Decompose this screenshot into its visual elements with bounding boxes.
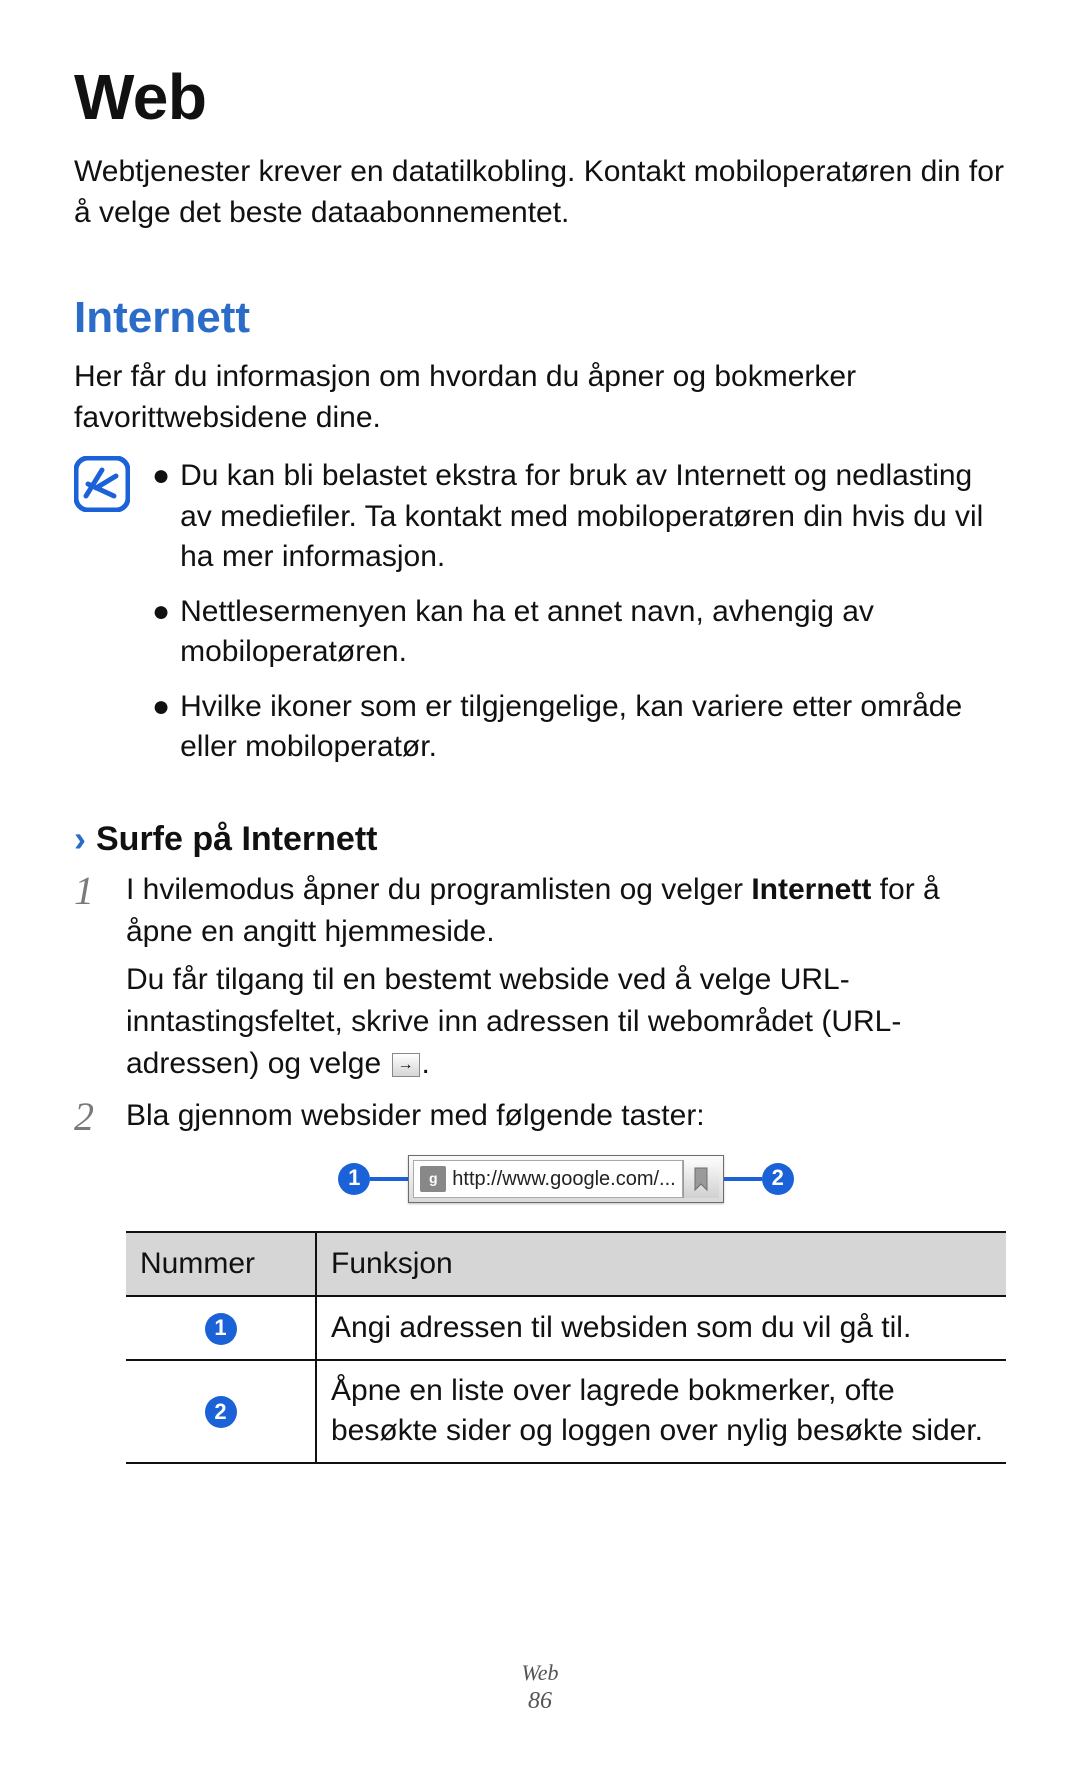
callout-badge-1: 1 bbox=[338, 1163, 370, 1195]
intro-paragraph: Webtjenester krever en datatilkobling. K… bbox=[74, 152, 1006, 233]
footer-section-name: Web bbox=[521, 1660, 558, 1685]
bullet-icon: ● bbox=[152, 592, 170, 673]
table-row: 2 Åpne en liste over lagrede bokmerker, … bbox=[126, 1360, 1006, 1463]
note-item: ●Du kan bli belastet ekstra for bruk av … bbox=[152, 456, 1006, 578]
bullet-icon: ● bbox=[152, 687, 170, 768]
table-cell-function: Angi adressen til websiden som du vil gå… bbox=[316, 1296, 1006, 1360]
table-header-function: Funksjon bbox=[316, 1232, 1006, 1296]
step-text: Du får tilgang til en bestemt webside ve… bbox=[126, 963, 901, 1080]
table-header-row: Nummer Funksjon bbox=[126, 1232, 1006, 1296]
favicon-icon: g bbox=[420, 1166, 446, 1192]
function-table: Nummer Funksjon 1 Angi adressen til webs… bbox=[126, 1231, 1006, 1464]
step-text: I hvilemodus åpner du programlisten og v… bbox=[126, 873, 751, 906]
urlbar-diagram: 1 g http://www.google.com/... bbox=[126, 1155, 1006, 1203]
note-text: Hvilke ikoner som er tilgjengelige, kan … bbox=[180, 687, 1006, 768]
step-body: I hvilemodus åpner du programlisten og v… bbox=[126, 869, 1006, 1085]
callout-badge-2: 2 bbox=[205, 1396, 237, 1428]
section-heading: Internett bbox=[74, 293, 1006, 343]
callout-connector bbox=[724, 1177, 762, 1181]
step-body: Bla gjennom websider med følgende taster… bbox=[126, 1095, 1006, 1464]
bookmark-button bbox=[683, 1160, 719, 1198]
note-box: ●Du kan bli belastet ekstra for bruk av … bbox=[74, 456, 1006, 782]
browser-urlbar: g http://www.google.com/... bbox=[408, 1155, 723, 1203]
table-cell-number: 2 bbox=[126, 1360, 316, 1463]
step-text: Bla gjennom websider med følgende taster… bbox=[126, 1099, 705, 1132]
chevron-right-icon: › bbox=[74, 821, 86, 857]
table-cell-number: 1 bbox=[126, 1296, 316, 1360]
step-text-bold: Internett bbox=[751, 873, 871, 906]
step-number: 2 bbox=[74, 1095, 108, 1464]
step-number: 1 bbox=[74, 869, 108, 1085]
steps-list: 1 I hvilemodus åpner du programlisten og… bbox=[74, 869, 1006, 1464]
subsection-heading-row: › Surfe på Internett bbox=[74, 820, 1006, 859]
callout-badge-2: 2 bbox=[762, 1163, 794, 1195]
url-text: http://www.google.com/... bbox=[452, 1165, 681, 1193]
footer-page-number: 86 bbox=[0, 1688, 1080, 1715]
table-row: 1 Angi adressen til websiden som du vil … bbox=[126, 1296, 1006, 1360]
table-header-number: Nummer bbox=[126, 1232, 316, 1296]
callout-badge-1: 1 bbox=[205, 1313, 237, 1345]
note-item: ●Hvilke ikoner som er tilgjengelige, kan… bbox=[152, 687, 1006, 768]
bookmark-icon bbox=[692, 1166, 710, 1192]
bullet-icon: ● bbox=[152, 456, 170, 578]
callout-connector bbox=[370, 1177, 408, 1181]
page-footer: Web 86 bbox=[0, 1660, 1080, 1715]
note-text: Du kan bli belastet ekstra for bruk av I… bbox=[180, 456, 1006, 578]
subsection-heading: Surfe på Internett bbox=[96, 820, 377, 859]
note-list: ●Du kan bli belastet ekstra for bruk av … bbox=[148, 456, 1006, 782]
go-arrow-icon: → bbox=[392, 1053, 420, 1077]
step-2: 2 Bla gjennom websider med følgende tast… bbox=[74, 1095, 1006, 1464]
step-1: 1 I hvilemodus åpner du programlisten og… bbox=[74, 869, 1006, 1085]
page-title: Web bbox=[74, 60, 1006, 134]
table-cell-function: Åpne en liste over lagrede bokmerker, of… bbox=[316, 1360, 1006, 1463]
note-text: Nettlesermenyen kan ha et annet navn, av… bbox=[180, 592, 1006, 673]
section-desc: Her får du informasjon om hvordan du åpn… bbox=[74, 357, 1006, 438]
urlbar-inner: g http://www.google.com/... bbox=[413, 1160, 682, 1198]
step-text: . bbox=[422, 1047, 430, 1080]
step-subtext: Du får tilgang til en bestemt webside ve… bbox=[126, 959, 1006, 1085]
note-item: ●Nettlesermenyen kan ha et annet navn, a… bbox=[152, 592, 1006, 673]
manual-page: Web Webtjenester krever en datatilkoblin… bbox=[0, 0, 1080, 1771]
note-icon bbox=[74, 456, 130, 517]
